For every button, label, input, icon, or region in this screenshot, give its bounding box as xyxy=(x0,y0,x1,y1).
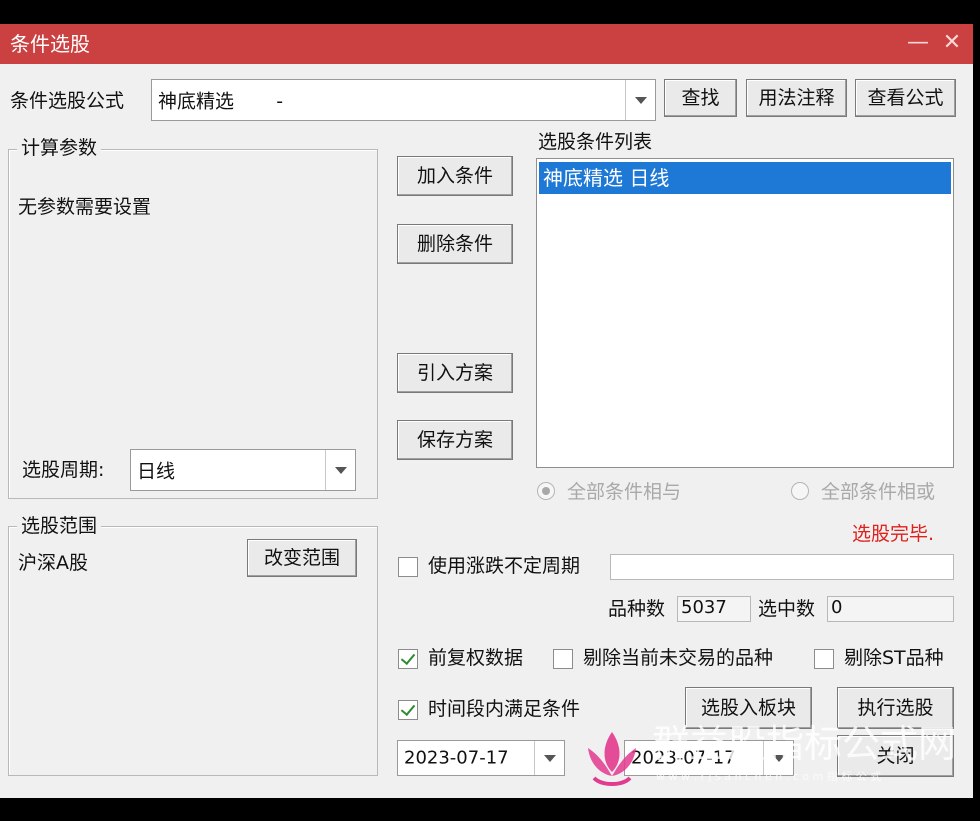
chevron-down-icon[interactable] xyxy=(325,450,355,490)
scope-value: 沪深A股 xyxy=(18,552,88,574)
scope-group-title: 选股范围 xyxy=(17,515,102,537)
condition-listbox[interactable]: 神底精选 日线 xyxy=(536,158,954,468)
save-plan-button[interactable]: 保存方案 xyxy=(397,420,513,460)
no-params-text: 无参数需要设置 xyxy=(18,196,152,218)
exclude-untraded-label: 剔除当前未交易的品种 xyxy=(583,647,774,669)
start-date-value: 2023-07-17 xyxy=(404,747,509,769)
forward-adjust-checkbox[interactable] xyxy=(398,649,418,669)
close-icon[interactable]: ✕ xyxy=(938,30,966,56)
chevron-down-icon[interactable] xyxy=(534,741,564,775)
count-label: 品种数 xyxy=(608,598,666,620)
lotus-logo-icon xyxy=(588,732,636,786)
stock-screener-window: 条件选股 — ✕ 条件选股公式 神底精选 - 查找 用法注释 查看公式 计算参数… xyxy=(0,24,973,798)
exclude-st-label: 剔除ST品种 xyxy=(844,647,944,669)
period-value: 日线 xyxy=(137,460,176,483)
formula-label: 条件选股公式 xyxy=(10,90,125,112)
period-combo[interactable]: 日线 xyxy=(130,449,356,491)
time-range-checkbox[interactable] xyxy=(398,700,418,720)
radio-all-and[interactable] xyxy=(537,482,555,500)
start-date-picker[interactable]: 2023-07-17 xyxy=(397,740,565,776)
add-condition-button[interactable]: 加入条件 xyxy=(397,156,513,196)
condition-list-title: 选股条件列表 xyxy=(538,131,653,153)
exclude-untraded-checkbox[interactable] xyxy=(553,649,573,669)
formula-value: 神底精选 - xyxy=(158,90,284,113)
forward-adjust-label: 前复权数据 xyxy=(428,647,524,669)
watermark-url: w w w . r j s a n c h e n . c o m 指 标 公 … xyxy=(656,770,882,783)
count-value: 5037 xyxy=(677,596,751,622)
formula-combo[interactable]: 神底精选 - xyxy=(151,79,656,121)
list-item[interactable]: 神底精选 日线 xyxy=(539,162,951,194)
selected-count-label: 选中数 xyxy=(758,598,816,620)
time-range-label: 时间段内满足条件 xyxy=(428,698,581,720)
usage-notes-button[interactable]: 用法注释 xyxy=(746,79,847,117)
radio-all-or-label: 全部条件相或 xyxy=(821,481,936,503)
period-label: 选股周期: xyxy=(22,459,105,481)
radio-all-or[interactable] xyxy=(791,482,809,500)
view-formula-button[interactable]: 查看公式 xyxy=(855,79,956,117)
radio-all-and-label: 全部条件相与 xyxy=(567,481,682,503)
watermark: 群益股指标公式网 w w w . r j s a n c h e n . c o… xyxy=(580,722,980,797)
delete-condition-button[interactable]: 删除条件 xyxy=(397,224,513,264)
minimize-icon[interactable]: — xyxy=(904,30,932,56)
find-button[interactable]: 查找 xyxy=(664,79,737,117)
variable-period-label: 使用涨跌不定周期 xyxy=(428,555,581,577)
title-bar[interactable]: 条件选股 — ✕ xyxy=(0,24,973,64)
status-text: 选股完毕. xyxy=(852,523,935,545)
watermark-text: 群益股指标公式网 xyxy=(652,722,957,766)
params-group-title: 计算参数 xyxy=(17,137,102,159)
exclude-st-checkbox[interactable] xyxy=(814,649,834,669)
chevron-down-icon[interactable] xyxy=(625,80,655,120)
window-title: 条件选股 xyxy=(10,32,90,56)
change-scope-button[interactable]: 改变范围 xyxy=(247,539,357,577)
import-plan-button[interactable]: 引入方案 xyxy=(397,353,513,393)
variable-period-input[interactable] xyxy=(610,554,954,580)
selected-count-value: 0 xyxy=(827,596,954,622)
variable-period-checkbox[interactable] xyxy=(398,557,418,577)
